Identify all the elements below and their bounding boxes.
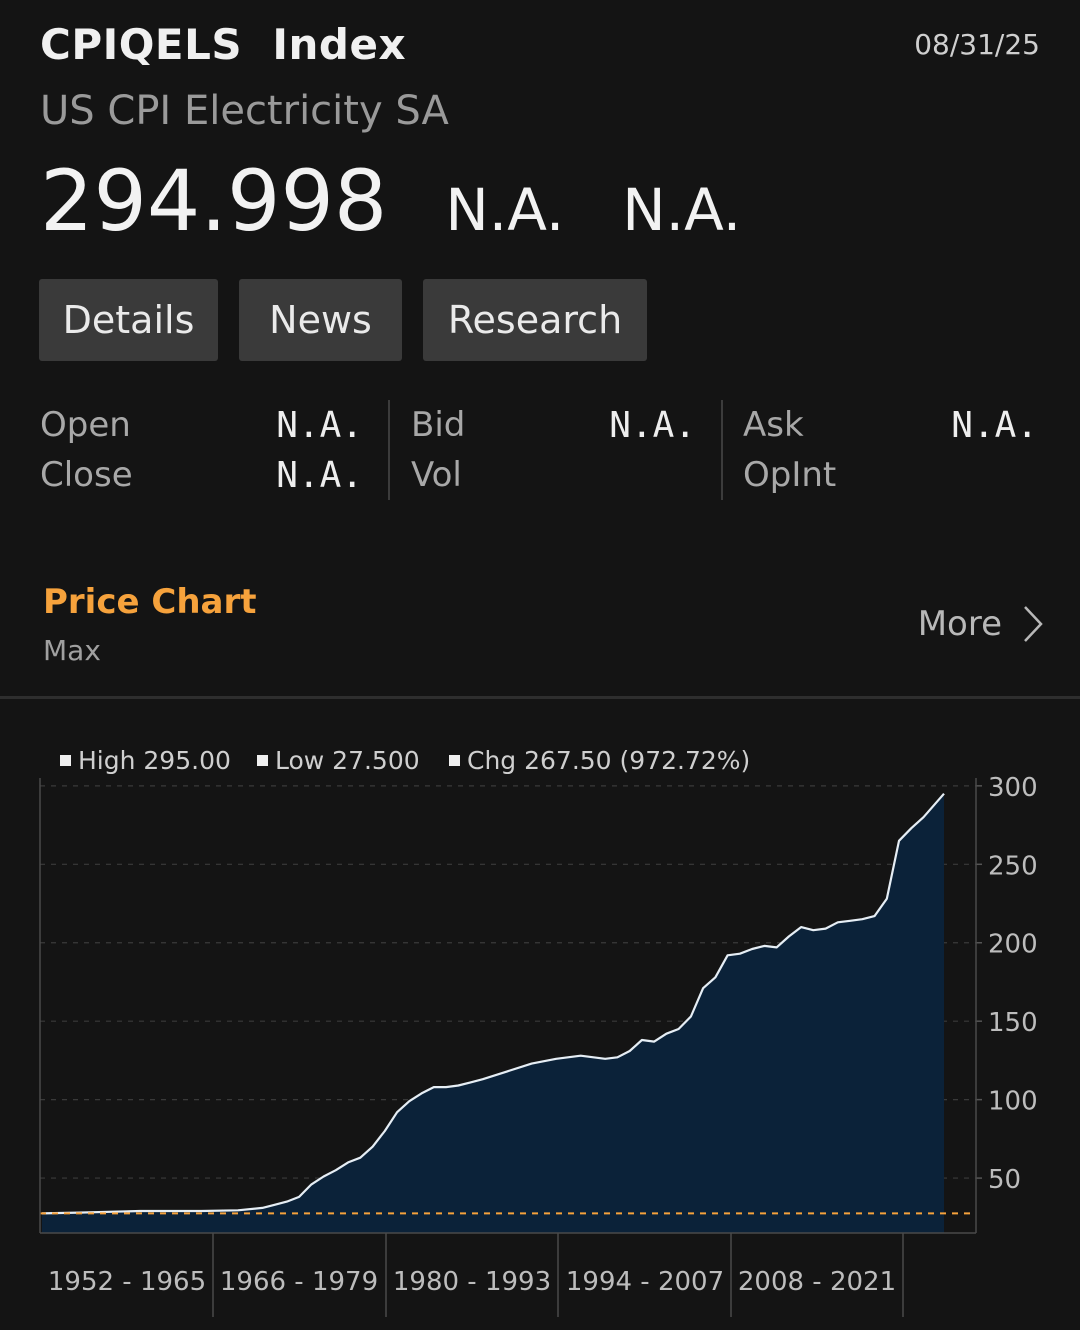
- quote-date: 08/31/25: [914, 28, 1040, 61]
- legend-entry: Chg 267.50 (972.72%): [467, 746, 750, 775]
- legend-entry: High 295.00: [78, 746, 231, 775]
- bid-label: Bid: [411, 405, 466, 445]
- y-tick-label: 150: [988, 1008, 1038, 1038]
- y-tick-label: 50: [988, 1165, 1021, 1195]
- bid-value: N.A.: [609, 405, 696, 446]
- last-price: 294.998: [40, 152, 388, 250]
- x-tick-label: 1994 - 2007: [566, 1267, 724, 1297]
- chart-period[interactable]: Max: [43, 634, 101, 667]
- quote-stats: Open N.A. Close N.A. Bid N.A. Vol Ask N.…: [0, 400, 1080, 500]
- legend-marker: [257, 755, 268, 766]
- ticker-symbol: CPIQELS: [40, 20, 243, 69]
- close-value: N.A.: [276, 455, 363, 496]
- tab-research[interactable]: Research: [423, 279, 647, 361]
- x-tick-label: 1980 - 1993: [393, 1267, 551, 1297]
- y-tick-label: 300: [988, 773, 1038, 803]
- x-tick-label: 1952 - 1965: [48, 1267, 206, 1297]
- x-tick-label: 2008 - 2021: [738, 1267, 896, 1297]
- opint-label: OpInt: [743, 455, 837, 495]
- more-label: More: [917, 604, 1002, 644]
- tab-news[interactable]: News: [239, 279, 402, 361]
- legend-marker: [449, 755, 460, 766]
- price-chart-title: Price Chart: [43, 582, 257, 622]
- net-change: N.A.: [445, 176, 565, 244]
- tab-bar: Details News Research: [39, 279, 647, 361]
- y-tick-label: 250: [988, 851, 1038, 881]
- percent-change: N.A.: [622, 176, 742, 244]
- open-label: Open: [40, 405, 131, 445]
- column-divider: [388, 400, 390, 500]
- chevron-right-icon: [1024, 606, 1043, 642]
- open-value: N.A.: [276, 405, 363, 446]
- ticker-market: Index: [272, 20, 407, 69]
- x-tick-label: 1966 - 1979: [220, 1267, 378, 1297]
- legend-entry: Low 27.500: [275, 746, 420, 775]
- ask-value: N.A.: [951, 405, 1038, 446]
- section-divider: [0, 696, 1080, 699]
- tab-details[interactable]: Details: [39, 279, 218, 361]
- more-link[interactable]: More: [918, 604, 1044, 644]
- ask-label: Ask: [743, 405, 804, 445]
- quote-line: 294.998 N.A. N.A.: [40, 152, 741, 250]
- legend-marker: [60, 755, 71, 766]
- security-name: US CPI Electricity SA: [40, 88, 449, 134]
- y-tick-label: 100: [988, 1087, 1038, 1117]
- ticker-title: CPIQELS Index: [40, 20, 406, 69]
- y-tick-label: 200: [988, 930, 1038, 960]
- close-label: Close: [40, 455, 133, 495]
- column-divider: [721, 400, 723, 500]
- vol-label: Vol: [411, 455, 462, 495]
- price-chart[interactable]: 50 100 150 200 250 300 1952 - 1965 1966 - 1979 1…: [0, 700, 1080, 1330]
- price-area: [42, 793, 944, 1233]
